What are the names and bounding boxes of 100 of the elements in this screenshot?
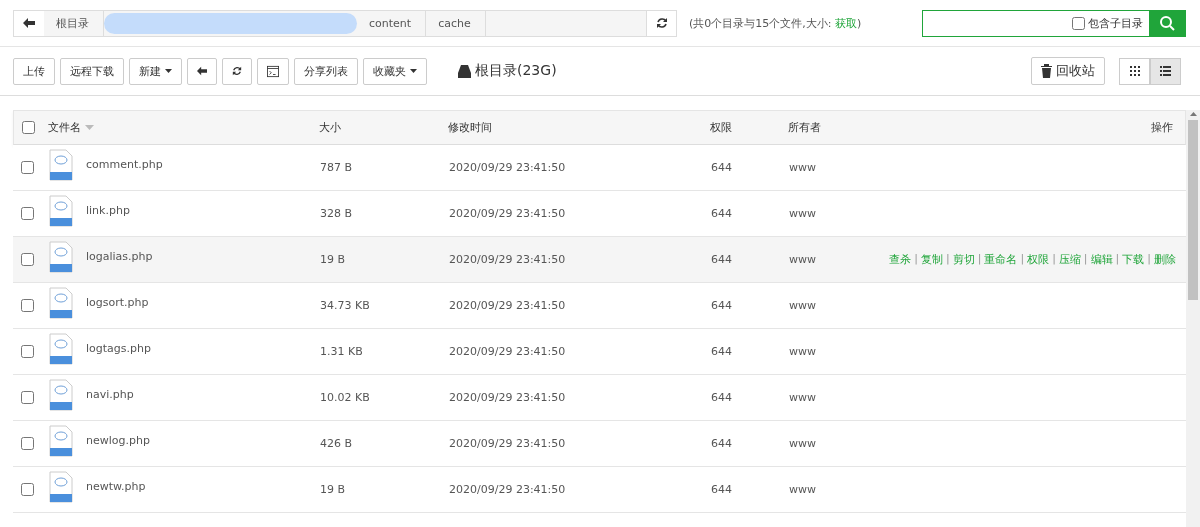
modified-time: 2020/09/29 23:41:50 [448, 161, 567, 174]
file-size: 19 B [319, 483, 347, 496]
search-icon [1159, 15, 1175, 31]
row-checkbox[interactable] [21, 483, 34, 496]
recycle-bin-button[interactable]: 回收站 [1031, 57, 1105, 85]
file-size: 19 B [319, 253, 347, 266]
toolbar-button[interactable]: 分享列表 [294, 57, 358, 85]
separator: | [976, 252, 983, 267]
select-all-checkbox[interactable] [22, 121, 35, 134]
separator: | [1051, 252, 1057, 267]
row-checkbox[interactable] [21, 437, 34, 450]
owner: www [788, 161, 817, 174]
column-header[interactable]: 文件名 [48, 120, 94, 135]
file-size: 10.02 KB [319, 391, 371, 404]
back-arrow-icon [197, 66, 207, 76]
grid-view-button[interactable] [1119, 57, 1150, 85]
include-subdirs-checkbox[interactable] [1072, 16, 1085, 30]
php-file-icon [49, 148, 73, 181]
file-name[interactable]: link.php [86, 204, 130, 217]
modified-time: 2020/09/29 23:41:50 [448, 253, 567, 266]
file-name[interactable]: logalias.php [86, 250, 153, 263]
caret-icon [410, 69, 417, 73]
separator: | [944, 252, 951, 267]
toolbar-button[interactable]: 上传 [13, 57, 55, 85]
separator: | [913, 252, 919, 267]
permission: 644 [710, 299, 733, 312]
permission: 644 [710, 437, 733, 450]
file-name[interactable]: logtags.php [86, 342, 151, 355]
terminal-icon [267, 64, 279, 78]
permission: 644 [710, 345, 733, 358]
column-header: 操作 [1151, 120, 1173, 135]
directory-summary: (共0个目录与15个文件,大小: 获取) [689, 15, 862, 31]
terminal-button[interactable] [257, 57, 289, 85]
toolbar-button[interactable]: 新建 [129, 57, 182, 85]
column-header: 权限 [710, 120, 732, 135]
modified-time: 2020/09/29 23:41:50 [448, 299, 567, 312]
toolbar-button[interactable]: 收藏夹 [363, 57, 427, 85]
breadcrumb-item[interactable]: cache [426, 10, 486, 36]
row-checkbox[interactable] [21, 345, 34, 358]
separator: | [1146, 252, 1152, 267]
file-name[interactable]: logsort.php [86, 296, 149, 309]
file-name[interactable]: newtw.php [86, 480, 146, 493]
refresh-button[interactable] [647, 9, 677, 37]
php-file-icon [49, 240, 73, 273]
owner: www [788, 345, 817, 358]
file-size: 1.31 KB [319, 345, 364, 358]
php-file-icon [49, 194, 73, 227]
owner: www [788, 253, 817, 266]
list-view-button[interactable] [1150, 57, 1181, 85]
owner: www [788, 207, 817, 220]
file-row[interactable]: logalias.php 19 B 2020/09/29 23:41:50 644 www 查杀 | 复制 | 剪切 | 重命名 | 权限 | 压缩 | 编辑 | 下载 | 删除 [13, 237, 1186, 283]
php-file-icon [49, 286, 73, 319]
permission: 644 [710, 253, 733, 266]
php-file-icon [49, 470, 73, 503]
separator: | [1114, 252, 1121, 267]
owner: www [788, 391, 817, 404]
row-checkbox[interactable] [21, 161, 34, 174]
file-name[interactable]: navi.php [86, 388, 134, 401]
back-arrow-icon [23, 18, 35, 28]
toolbar-button[interactable]: 远程下载 [60, 57, 124, 85]
row-checkbox[interactable] [21, 391, 34, 404]
breadcrumb-item[interactable]: 根目录 [44, 10, 104, 36]
scroll-up-icon [1189, 112, 1197, 116]
refresh-icon [655, 17, 668, 29]
column-header: 修改时间 [448, 120, 492, 135]
modified-time: 2020/09/29 23:41:50 [448, 207, 567, 220]
modified-time: 2020/09/29 23:41:50 [448, 391, 567, 404]
file-name[interactable]: comment.php [86, 158, 163, 171]
search-field[interactable]: 包含子目录 [922, 9, 1186, 37]
refresh-button[interactable] [222, 57, 252, 85]
caret-icon [165, 69, 172, 73]
disk-label: 根目录(23G) [458, 62, 557, 80]
modified-time: 2020/09/29 23:41:50 [448, 437, 567, 450]
back-button[interactable] [187, 57, 217, 85]
file-size: 426 B [319, 437, 354, 450]
row-checkbox[interactable] [21, 253, 34, 266]
owner: www [788, 437, 817, 450]
column-header: 大小 [319, 120, 341, 135]
file-size: 34.73 KB [319, 299, 371, 312]
scrollbar[interactable] [1186, 110, 1200, 527]
row-checkbox[interactable] [21, 207, 34, 220]
column-header: 所有者 [788, 120, 821, 135]
trash-icon [1041, 64, 1052, 78]
file-size: 787 B [319, 161, 354, 174]
permission: 644 [710, 207, 733, 220]
permission: 644 [710, 391, 733, 404]
file-name[interactable]: newlog.php [86, 434, 150, 447]
php-file-icon [49, 424, 73, 457]
permission: 644 [710, 161, 733, 174]
search-button[interactable] [1149, 10, 1185, 36]
refresh-icon [232, 65, 242, 77]
file-size: 328 B [319, 207, 354, 220]
back-button[interactable] [14, 10, 44, 36]
php-file-icon [49, 378, 73, 411]
owner: www [788, 483, 817, 496]
row-checkbox[interactable] [21, 299, 34, 312]
breadcrumb-item[interactable]: content [357, 10, 427, 36]
modified-time: 2020/09/29 23:41:50 [448, 345, 567, 358]
list-icon [1160, 66, 1171, 76]
checkbox-label[interactable]: 包含子目录 [1088, 15, 1143, 31]
